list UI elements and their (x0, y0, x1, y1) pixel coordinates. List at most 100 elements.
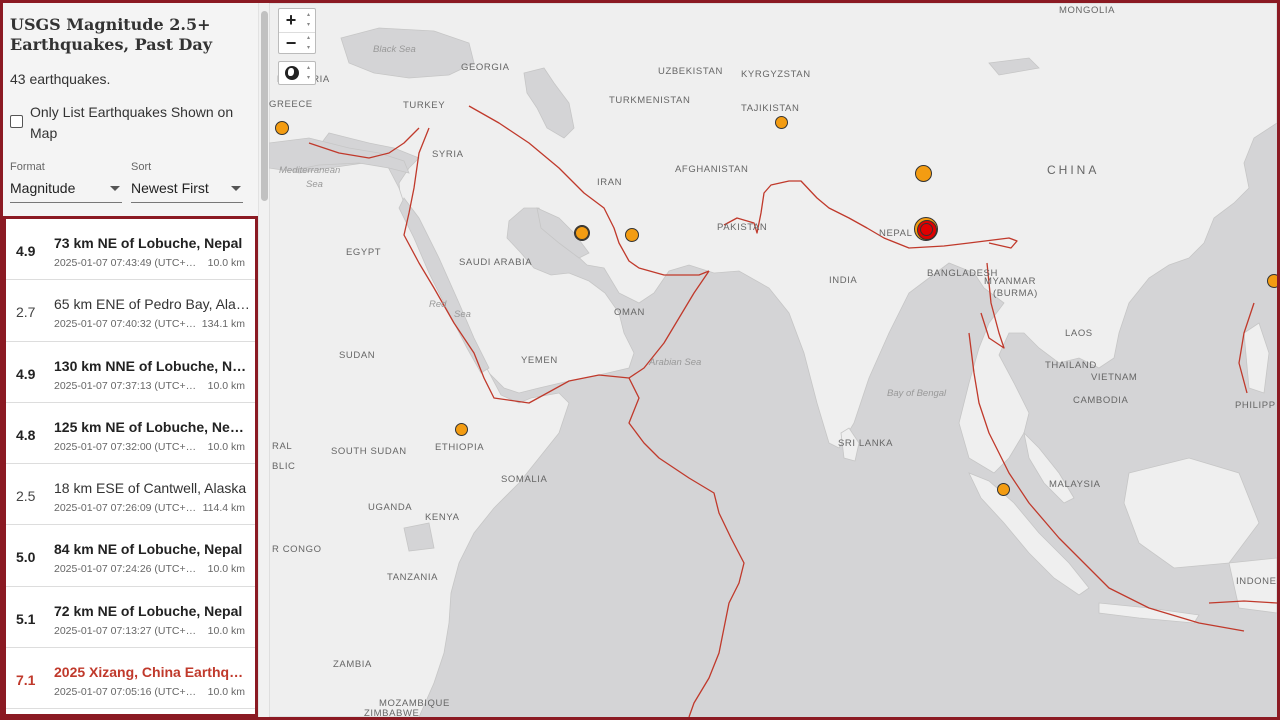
map-label: ETHIOPIA (435, 442, 485, 453)
map-label: INDIA (829, 275, 858, 286)
map-label: R CONGO (272, 544, 322, 555)
time: 2025-01-07 07:43:49 (UTC+05:45) (54, 257, 199, 269)
list-item[interactable]: 4.8 125 km NE of Lobuche, Nepal 2025-01-07… (6, 402, 255, 465)
java-land (1098, 602, 1200, 624)
magnitude: 4.9 (16, 243, 36, 259)
page-title: USGS Magnitude 2.5+ Earthquakes, Past Da… (10, 15, 213, 54)
map-label: SOMALIA (501, 474, 548, 485)
map-label: TURKEY (403, 100, 446, 111)
globe-icon (285, 66, 299, 80)
map-label: Sea (306, 179, 323, 190)
map-label: Black Sea (373, 44, 416, 55)
map-label: OMAN (614, 307, 645, 318)
time: 2025-01-07 07:40:32 (UTC+05:45) (54, 318, 199, 331)
format-value[interactable]: Magnitude (10, 179, 122, 203)
map-label: YEMEN (521, 355, 558, 366)
quake-marker[interactable] (915, 165, 932, 182)
place: 65 km ENE of Pedro Bay, Alaska (54, 296, 250, 313)
list-item[interactable]: 2.7 65 km ENE of Pedro Bay, Alaska 2025-01… (6, 280, 255, 342)
map-label: TURKMENISTAN (609, 95, 691, 106)
map-label: SRI LANKA (838, 438, 894, 449)
map-label: Mediterranean (279, 165, 341, 176)
map-label: Red (429, 299, 447, 310)
map-label: ZAMBIA (333, 659, 372, 670)
spinner-icon: ▴ ▾ (306, 65, 310, 81)
magnitude: 5.0 (16, 549, 36, 566)
map-label: KYRGYZSTAN (741, 69, 811, 80)
only-on-map-label[interactable]: Only List Earthquakes Shown on Map (30, 102, 252, 144)
place: 84 km NE of Lobuche, Nepal (54, 541, 243, 558)
time: 2025-01-07 07:37:13 (UTC+05:45) (54, 379, 199, 392)
zoom-spinner-icon: ▴ ▾ (306, 12, 310, 28)
chevron-down-icon (231, 186, 241, 191)
map-label: Bay of Bengal (887, 388, 947, 399)
zoom-out-button[interactable]: − (279, 32, 303, 55)
sumatra-land (968, 472, 1090, 596)
map[interactable]: MONGOLIA Black Sea GEORGIA UZBEKISTAN KYRGYZ… (269, 3, 1277, 717)
earthquake-list: 4.9 73 km NE of Lobuche, Nepal 2025-01-07 … (3, 216, 258, 717)
place: 125 km NE of Lobuche, Nepal (54, 418, 250, 435)
sort-label: Sort (131, 161, 152, 173)
app-frame: USGS Magnitude 2.5+ Earthquakes, Past Da… (3, 3, 1277, 717)
quake-marker[interactable] (775, 116, 788, 129)
map-label: LAOS (1065, 328, 1093, 339)
quake-marker[interactable] (1267, 274, 1277, 288)
depth: 114.4 km (202, 502, 245, 515)
map-label: EGYPT (346, 247, 382, 258)
only-on-map-checkbox[interactable] (10, 115, 23, 128)
map-label: GREECE (269, 99, 313, 110)
basemap-button[interactable]: ▴ ▾ (278, 61, 316, 85)
list-item[interactable]: 5.0 84 km NE of Lobuche, Nepal 2025-01-07 … (6, 525, 255, 587)
sort-value[interactable]: Newest First (131, 179, 243, 203)
list-item[interactable]: 4.9 73 km NE of Lobuche, Nepal 2025-01-07 … (6, 219, 255, 281)
quake-marker-recent[interactable] (920, 223, 933, 236)
map-label: MYANMAR (984, 276, 1037, 287)
borneo-land (1123, 457, 1260, 569)
quake-marker[interactable] (575, 226, 589, 240)
magnitude: 2.5 (16, 488, 36, 505)
map-label: ZIMBABWE (364, 708, 420, 717)
place: 72 km NE of Lobuche, Nepal (54, 602, 243, 619)
map-label: TAJIKISTAN (741, 103, 800, 114)
map-label: SOUTH SUDAN (331, 446, 407, 457)
format-value-text: Magnitude (10, 180, 76, 196)
sidebar: USGS Magnitude 2.5+ Earthquakes, Past Da… (3, 3, 269, 717)
list-item[interactable]: 5.1 72 km NE of Lobuche, Nepal 2025-01-07 … (6, 586, 255, 649)
depth: 10.0 km (207, 624, 245, 637)
magnitude: 7.1 (16, 672, 36, 689)
map-label: CAMBODIA (1073, 395, 1129, 406)
sidebar-scrollbar[interactable] (258, 3, 269, 717)
map-label: SUDAN (339, 350, 376, 361)
map-label: UGANDA (368, 502, 413, 513)
map-label: Sea (454, 309, 471, 320)
depth: 10.0 km (207, 257, 245, 269)
list-item[interactable]: 4.9 130 km NNE of Lobuche, Nepal 2025-01-0… (6, 341, 255, 403)
map-label: RAL (272, 441, 293, 452)
chevron-down-icon (110, 186, 120, 191)
sort-value-text: Newest First (131, 180, 209, 196)
sort-select[interactable]: Sort Newest First (131, 161, 243, 203)
malay-land (1023, 431, 1075, 504)
zoom-in-button[interactable]: + (279, 9, 303, 32)
map-label: BLIC (272, 461, 296, 472)
map-label: SAUDI ARABIA (459, 257, 533, 268)
map-label: PAKISTAN (717, 222, 768, 233)
format-label: Format (10, 161, 45, 173)
quake-marker[interactable] (997, 483, 1010, 496)
place: 73 km NE of Lobuche, Nepal (54, 235, 243, 251)
list-item[interactable]: 2.5 18 km ESE of Cantwell, Alaska 2025-01-… (6, 464, 255, 526)
quake-marker[interactable] (275, 121, 289, 135)
map-label: NEPAL (879, 228, 913, 239)
map-label: THAILAND (1045, 360, 1097, 371)
quake-marker[interactable] (455, 423, 468, 436)
scrollbar-thumb[interactable] (261, 11, 268, 201)
list-item[interactable]: 7.1 2025 Xizang, China Earthquake 2025-01-… (6, 648, 255, 710)
map-label: CHINA (1047, 163, 1100, 177)
map-label: SYRIA (432, 149, 464, 160)
format-select[interactable]: Format Magnitude (10, 161, 122, 203)
place: 130 km NNE of Lobuche, Nepal (54, 357, 250, 374)
earthquake-count: 43 earthquakes. (10, 71, 111, 87)
depth: 10.0 km (207, 563, 245, 576)
time: 2025-01-07 07:26:09 (UTC+05:45) (54, 502, 199, 515)
quake-marker[interactable] (625, 228, 639, 242)
